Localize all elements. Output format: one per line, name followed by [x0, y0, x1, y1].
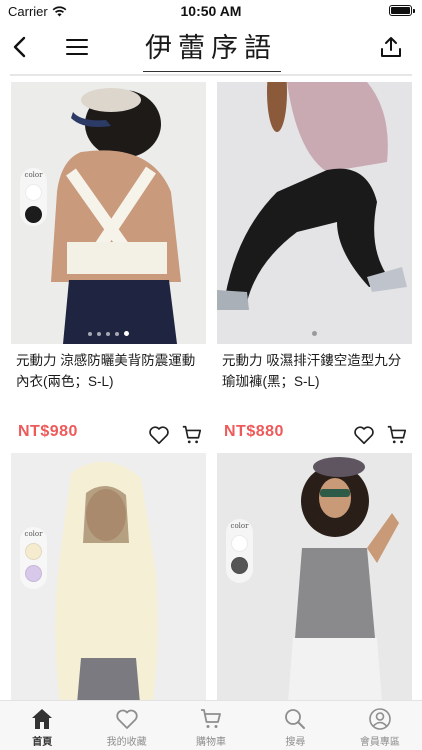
product-price: NT$880: [224, 423, 284, 440]
tab-search[interactable]: 搜尋: [253, 701, 337, 750]
tab-home[interactable]: 首頁: [0, 701, 84, 750]
search-icon: [285, 709, 306, 729]
back-button[interactable]: [4, 32, 34, 62]
product-name[interactable]: 元動力 涼感防曬美背防震運動內衣(兩色；S-L): [16, 350, 206, 392]
image-pagination: [217, 331, 412, 336]
brand-logo[interactable]: 伊蕾序語: [140, 26, 282, 65]
tab-label: 首頁: [32, 737, 53, 748]
tab-label: 會員專區: [359, 737, 400, 748]
pagination-dot: [312, 331, 317, 336]
tab-member[interactable]: 會員專區: [338, 701, 422, 750]
tab-cart[interactable]: 購物車: [169, 701, 253, 750]
pagination-dot: [106, 331, 110, 336]
color-swatch[interactable]: [25, 565, 42, 582]
menu-button[interactable]: [62, 32, 92, 62]
pagination-dot: [97, 331, 101, 336]
battery-icon: [389, 5, 415, 16]
color-swatch[interactable]: [25, 206, 42, 223]
home-icon: [32, 709, 53, 729]
heart-icon: [149, 426, 169, 445]
color-swatch[interactable]: [231, 557, 248, 574]
pagination-dot: [88, 331, 92, 336]
color-label: color: [24, 530, 43, 538]
color-swatch[interactable]: [231, 535, 248, 552]
pagination-dot: [115, 331, 119, 336]
clock: 10:50 AM: [180, 3, 242, 19]
tab-favorites[interactable]: 我的收藏: [84, 701, 168, 750]
color-label: color: [24, 171, 43, 179]
product-price: NT$980: [18, 423, 78, 440]
add-to-cart-button[interactable]: [181, 424, 203, 446]
nav-divider: [10, 74, 412, 76]
cart-icon: [387, 425, 407, 444]
hamburger-icon: [66, 39, 88, 55]
heart-icon: [354, 426, 374, 445]
color-selector: color: [20, 527, 47, 589]
product-image[interactable]: color: [11, 453, 206, 715]
logo-underline: [143, 71, 281, 72]
tab-label: 我的收藏: [106, 737, 147, 748]
add-to-cart-button[interactable]: [386, 424, 408, 446]
heart-icon: [115, 709, 138, 729]
product-image[interactable]: color: [217, 453, 412, 715]
nav-bar: 伊蕾序語: [0, 22, 422, 74]
chevron-left-icon: [13, 36, 26, 58]
status-bar: Carrier 10:50 AM: [0, 0, 422, 22]
share-icon: [381, 37, 401, 57]
image-pagination: [11, 331, 206, 336]
tab-label: 購物車: [196, 737, 227, 748]
color-selector: color: [20, 168, 47, 226]
product-name[interactable]: 元動力 吸濕排汗鏤空造型九分瑜珈褲(黑；S-L): [222, 350, 412, 392]
user-icon: [369, 708, 391, 730]
color-label: color: [230, 522, 249, 530]
cart-icon: [201, 709, 221, 728]
share-button[interactable]: [376, 32, 406, 62]
product-image[interactable]: [217, 82, 412, 344]
cart-icon: [182, 425, 202, 444]
color-swatch[interactable]: [25, 543, 42, 560]
tab-label: 搜尋: [285, 737, 306, 748]
tab-bar: 首頁 我的收藏 購物車 搜尋 會員專區: [0, 700, 422, 750]
product-image[interactable]: color: [11, 82, 206, 344]
color-selector: color: [226, 519, 253, 583]
color-swatch[interactable]: [25, 184, 42, 201]
favorite-button[interactable]: [353, 424, 375, 446]
pagination-dot: [124, 331, 129, 336]
favorite-button[interactable]: [148, 424, 170, 446]
